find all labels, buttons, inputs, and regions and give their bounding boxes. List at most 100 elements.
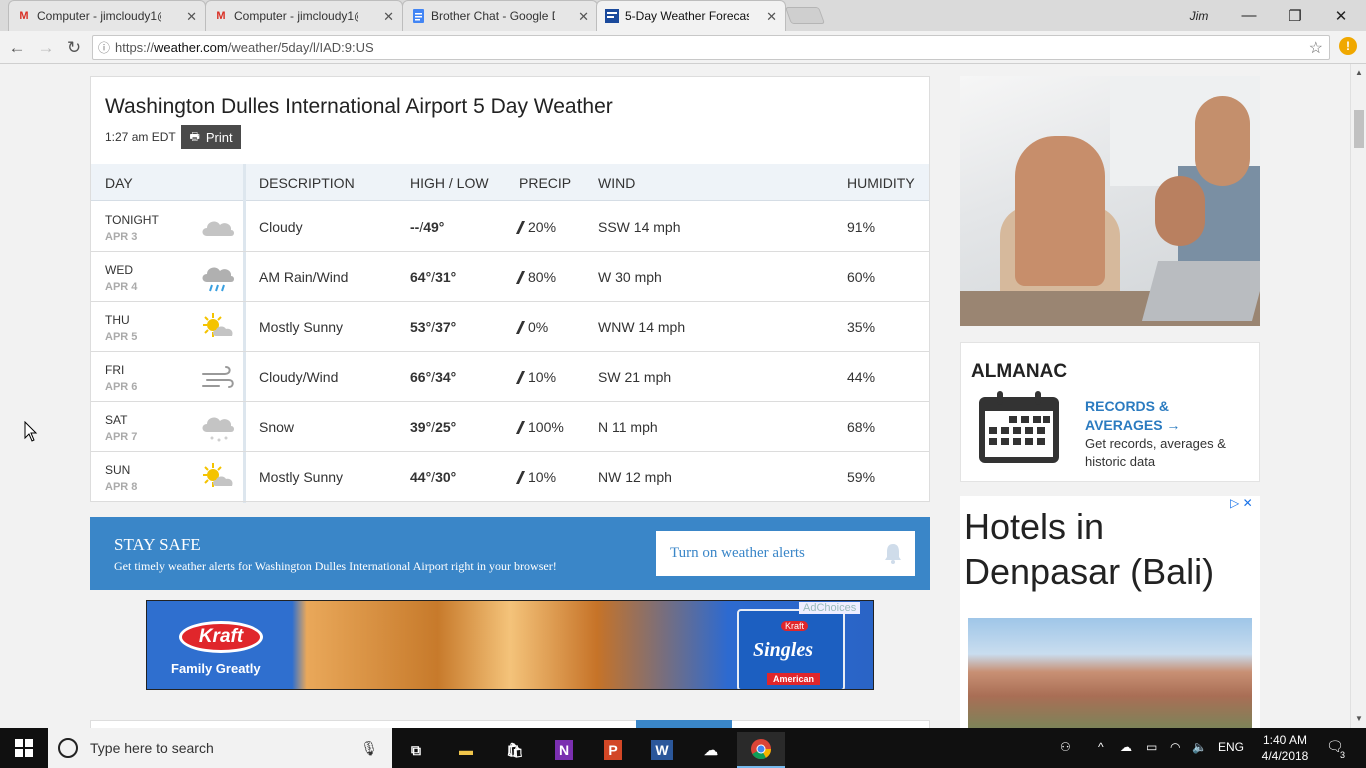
forecast-row[interactable]: WED APR 4 AM Rain/Wind 64°/31° 80% W 30 mph 60… xyxy=(91,252,929,302)
microphone-icon[interactable]: 🎙 xyxy=(360,740,378,757)
print-button[interactable]: 🖶 Print xyxy=(181,125,241,149)
gmail-icon: M xyxy=(19,10,29,22)
language-indicator[interactable]: ENG xyxy=(1218,740,1244,754)
forecast-row[interactable]: TONIGHT APR 3 Cloudy --/49° 20% SSW 14 mph 91% xyxy=(91,202,929,252)
high-temp: 64° xyxy=(410,269,432,285)
battery-icon[interactable]: ▭ xyxy=(1146,740,1157,754)
col-high-low: HIGH / LOW xyxy=(410,175,489,191)
low-temp: 34° xyxy=(435,369,457,385)
col-wind: WIND xyxy=(598,175,636,191)
precip-value: 10% xyxy=(528,469,557,485)
show-hidden-icons[interactable]: ^ xyxy=(1098,740,1104,754)
day-name: TONIGHT xyxy=(105,213,159,227)
day-name: SAT xyxy=(105,413,128,427)
ad-figure xyxy=(1155,176,1205,246)
calendar-icon xyxy=(979,391,1059,463)
stay-safe-banner: STAY SAFE Get timely weather alerts for … xyxy=(90,517,930,590)
low-temp: 31° xyxy=(435,269,457,285)
partly-sunny-icon xyxy=(203,463,233,487)
humidity: 44% xyxy=(847,369,876,385)
close-icon[interactable]: ✕ xyxy=(578,9,589,25)
extension-warning-icon[interactable]: ! xyxy=(1339,37,1357,55)
day-date: APR 5 xyxy=(105,331,138,343)
stay-safe-title: STAY SAFE xyxy=(114,535,201,554)
onedrive-icon[interactable]: ☁ xyxy=(687,732,735,768)
page-viewport: Washington Dulles International Airport … xyxy=(0,64,1350,728)
bookmark-star-icon[interactable]: ☆ xyxy=(1309,38,1323,58)
file-explorer-icon[interactable]: ▬ xyxy=(442,732,490,768)
scroll-down-icon[interactable]: ▼ xyxy=(1355,714,1363,723)
photo-advertisement[interactable] xyxy=(960,76,1260,326)
close-window-button[interactable]: ✕ xyxy=(1318,0,1364,31)
url-host: weather.com xyxy=(154,40,228,55)
day-date: APR 8 xyxy=(105,481,138,493)
forecast-table-header: DAY DESCRIPTION HIGH / LOW PRECIP WIND H… xyxy=(91,164,929,201)
forecast-row[interactable]: THU APR 5 Mostly Sunny 53°/37° 0% WNW 14 mph 3… xyxy=(91,302,929,352)
onedrive-tray-icon[interactable]: ☁ xyxy=(1120,740,1132,754)
raindrop-icon xyxy=(515,221,526,234)
chrome-icon[interactable] xyxy=(737,732,785,768)
forward-button[interactable]: → xyxy=(35,37,57,59)
adchoices-link[interactable]: AdChoices xyxy=(799,602,861,614)
ad-figure xyxy=(1195,96,1250,186)
new-tab-button[interactable] xyxy=(784,7,826,24)
forecast-row[interactable]: SAT APR 7 Snow 39°/25° 100% N 11 mph 68% xyxy=(91,402,929,452)
hotel-advertisement[interactable]: ▷ ✕ Hotels in Denpasar (Bali) xyxy=(960,496,1260,728)
close-icon[interactable]: ✕ xyxy=(766,9,777,25)
precip-value: 20% xyxy=(528,219,557,235)
google-docs-icon xyxy=(411,9,425,23)
day-name: FRI xyxy=(105,363,125,377)
tab-gmail-2[interactable]: M Computer - jimcloudy1@ ✕ xyxy=(205,0,403,31)
high-temp: -- xyxy=(410,219,420,235)
turn-on-alerts-button[interactable]: Turn on weather alerts xyxy=(656,531,915,576)
precip-value: 10% xyxy=(528,369,557,385)
tab-label: Brother Chat - Google D xyxy=(431,9,555,23)
store-icon[interactable]: 🛍 xyxy=(491,732,539,768)
precip: 10% xyxy=(515,469,557,485)
scrollbar-thumb[interactable] xyxy=(1354,110,1364,148)
gmail-icon: M xyxy=(216,10,226,22)
day-date: APR 3 xyxy=(105,231,138,243)
package-variant: American xyxy=(767,673,821,685)
kraft-advertisement[interactable]: Kraft Family Greatly Kraft Singles Ameri… xyxy=(146,600,874,690)
back-button[interactable]: ← xyxy=(6,37,28,59)
minimize-button[interactable]: — xyxy=(1226,0,1272,31)
system-clock[interactable]: 1:40 AM 4/4/2018 xyxy=(1255,732,1315,764)
mouse-cursor-icon xyxy=(24,421,38,442)
snow-cloud-icon xyxy=(202,417,234,442)
people-icon[interactable]: ⚇ xyxy=(1060,740,1071,754)
high-temp: 39° xyxy=(410,419,432,435)
wifi-icon[interactable]: ◠ xyxy=(1170,740,1180,754)
scroll-up-icon[interactable]: ▲ xyxy=(1355,68,1363,77)
rain-cloud-icon xyxy=(202,267,234,292)
forecast-row[interactable]: SUN APR 8 Mostly Sunny 44°/30° 10% NW 12 mph 5… xyxy=(91,452,929,502)
info-icon[interactable]: ⓘ xyxy=(93,39,115,56)
high-low: --/49° xyxy=(410,219,445,235)
tab-label: Computer - jimcloudy1@ xyxy=(234,9,358,23)
start-button[interactable] xyxy=(0,728,48,768)
profile-button[interactable]: Jim xyxy=(1176,0,1222,31)
restore-button[interactable]: ❐ xyxy=(1272,0,1318,31)
taskbar-search[interactable]: Type here to search 🎙 xyxy=(48,728,392,768)
tab-weather[interactable]: 5-Day Weather Forecast ✕ xyxy=(596,0,786,31)
precip: 0% xyxy=(515,319,549,335)
close-icon[interactable]: ✕ xyxy=(186,9,197,25)
precip-value: 0% xyxy=(528,319,549,335)
windows-taskbar: Type here to search 🎙 ⧉ ▬ 🛍 N P W ☁ ⚇ ^ … xyxy=(0,728,1366,768)
records-averages-link[interactable]: RECORDS & AVERAGES → xyxy=(1085,397,1205,435)
onenote-icon[interactable]: N xyxy=(540,732,588,768)
section-tab[interactable] xyxy=(636,720,732,728)
powerpoint-icon[interactable]: P xyxy=(589,732,637,768)
page-title: Washington Dulles International Airport … xyxy=(105,95,613,118)
close-icon[interactable]: ✕ xyxy=(383,9,394,25)
windows-logo-icon xyxy=(15,739,33,757)
task-view-icon[interactable]: ⧉ xyxy=(392,732,440,768)
forecast-row[interactable]: FRI APR 6 Cloudy/Wind 66°/34° 10% SW 21 mph 44… xyxy=(91,352,929,402)
word-icon[interactable]: W xyxy=(638,732,686,768)
reload-button[interactable]: ↻ xyxy=(63,37,85,59)
tab-gmail-1[interactable]: M Computer - jimcloudy1@ ✕ xyxy=(8,0,206,31)
page-scrollbar[interactable]: ▲ ▼ xyxy=(1350,64,1366,728)
address-bar[interactable]: ⓘ https://weather.com/weather/5day/l/IAD… xyxy=(92,35,1330,60)
tab-google-docs[interactable]: Brother Chat - Google D ✕ xyxy=(402,0,598,31)
volume-icon[interactable]: 🔈 xyxy=(1192,740,1207,754)
